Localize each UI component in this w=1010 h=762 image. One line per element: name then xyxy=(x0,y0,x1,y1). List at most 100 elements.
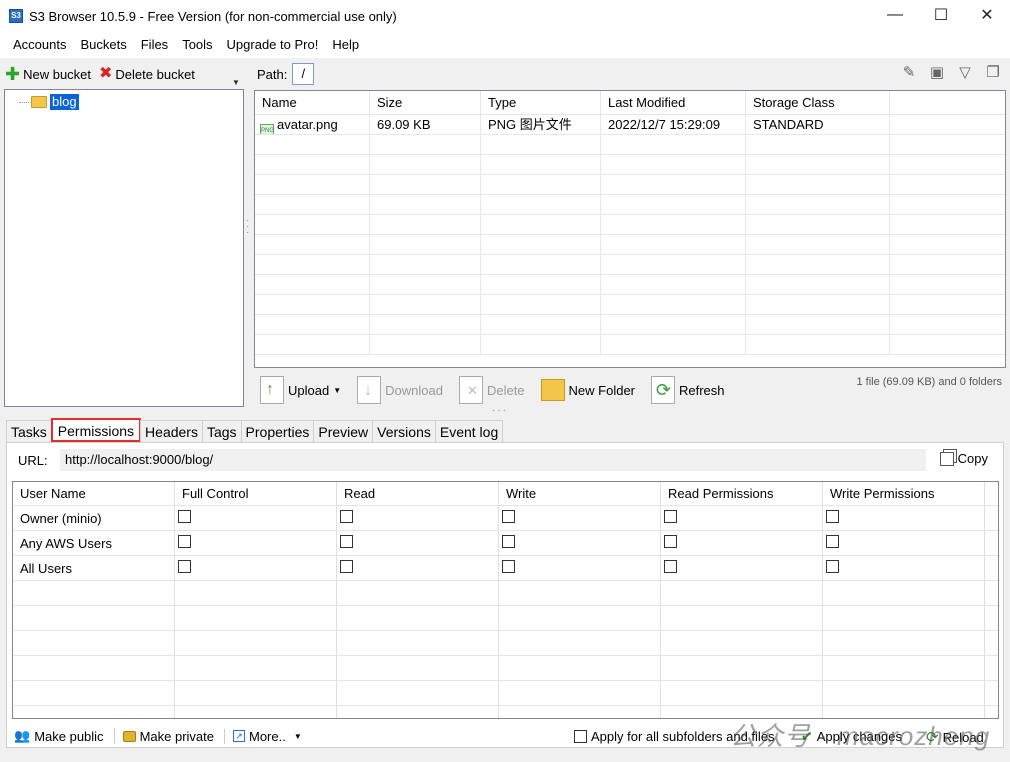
empty-cell xyxy=(255,215,370,234)
empty-cell xyxy=(481,275,601,294)
menu-upgrade[interactable]: Upgrade to Pro! xyxy=(220,32,326,58)
col-size[interactable]: Size xyxy=(370,91,481,114)
permission-checkbox[interactable] xyxy=(664,510,677,523)
view-icon[interactable]: ▣ xyxy=(928,64,946,82)
empty-cell xyxy=(255,275,370,294)
col-write-permissions: Write Permissions xyxy=(823,482,985,505)
permission-row[interactable]: Owner (minio) xyxy=(13,506,998,531)
empty-cell xyxy=(337,581,499,605)
tab-tags[interactable]: Tags xyxy=(201,420,242,442)
col-name[interactable]: Name xyxy=(255,91,370,114)
new-folder-label: New Folder xyxy=(568,382,635,398)
tab-headers[interactable]: Headers xyxy=(140,420,203,442)
tab-permissions[interactable]: Permissions xyxy=(50,418,142,442)
empty-cell xyxy=(481,175,601,194)
tab-versions[interactable]: Versions xyxy=(372,420,436,442)
permission-checkbox[interactable] xyxy=(340,510,353,523)
col-type[interactable]: Type xyxy=(481,91,601,114)
empty-cell xyxy=(746,195,890,214)
permission-checkbox[interactable] xyxy=(664,535,677,548)
more-button[interactable]: ↗ More.. ▼ xyxy=(232,729,312,744)
minimize-button[interactable]: — xyxy=(872,0,918,30)
permission-cell xyxy=(175,506,337,530)
permission-row[interactable]: All Users xyxy=(13,556,998,581)
copy-view-icon[interactable]: ❐ xyxy=(984,64,1002,82)
pencil-icon[interactable]: ✎ xyxy=(900,64,918,82)
permission-checkbox[interactable] xyxy=(664,560,677,573)
delete-x-icon: ✖ xyxy=(99,65,113,82)
permission-checkbox[interactable] xyxy=(826,535,839,548)
maximize-button[interactable]: ☐ xyxy=(918,0,964,30)
permission-checkbox[interactable] xyxy=(826,510,839,523)
refresh-label: Refresh xyxy=(679,382,725,398)
menu-help[interactable]: Help xyxy=(325,32,366,58)
file-row[interactable]: PNG avatar.png 69.09 KB PNG 图片文件 2022/12/… xyxy=(255,115,1005,135)
tab-properties[interactable]: Properties xyxy=(240,420,315,442)
close-button[interactable]: ✕ xyxy=(964,0,1010,30)
copy-url-button[interactable]: Copy xyxy=(939,451,988,466)
menu-files[interactable]: Files xyxy=(134,32,175,58)
empty-permission-row xyxy=(13,656,998,681)
permission-checkbox[interactable] xyxy=(178,535,191,548)
tree-item-blog[interactable]: blog xyxy=(19,94,79,110)
permission-checkbox[interactable] xyxy=(502,535,515,548)
toolbar-overflow-icon[interactable]: ▼ xyxy=(232,78,240,87)
make-private-button[interactable]: Make private xyxy=(122,728,225,744)
col-last-modified[interactable]: Last Modified xyxy=(601,91,746,114)
filter-icon[interactable]: ▽ xyxy=(956,64,974,82)
permission-checkbox[interactable] xyxy=(340,560,353,573)
permission-checkbox[interactable] xyxy=(502,560,515,573)
permission-cell xyxy=(499,531,661,555)
refresh-button[interactable]: Refresh xyxy=(651,376,725,404)
tab-event-log[interactable]: Event log xyxy=(434,420,504,442)
download-button[interactable]: Download xyxy=(357,376,443,404)
permission-checkbox[interactable] xyxy=(502,510,515,523)
empty-cell xyxy=(255,295,370,314)
empty-cell xyxy=(370,195,481,214)
menu-bar: Accounts Buckets Files Tools Upgrade to … xyxy=(0,32,1010,58)
menu-tools[interactable]: Tools xyxy=(175,32,219,58)
upload-button[interactable]: Upload ▼ xyxy=(260,376,341,404)
delete-bucket-button[interactable]: ✖ Delete bucket xyxy=(99,65,195,82)
empty-cell xyxy=(175,656,337,680)
permission-checkbox[interactable] xyxy=(340,535,353,548)
empty-cell xyxy=(601,175,746,194)
permissions-grid: User Name Full Control Read Write Read P… xyxy=(12,481,999,719)
empty-cell xyxy=(746,295,890,314)
permission-checkbox[interactable] xyxy=(178,510,191,523)
new-bucket-button[interactable]: ✚ New bucket xyxy=(5,65,91,83)
menu-accounts[interactable]: Accounts xyxy=(6,32,73,58)
users-icon: 👥 xyxy=(14,728,31,743)
permission-row[interactable]: Any AWS Users xyxy=(13,531,998,556)
empty-cell xyxy=(823,656,985,680)
empty-cell xyxy=(601,315,746,334)
empty-cell xyxy=(370,155,481,174)
col-storage-class[interactable]: Storage Class xyxy=(746,91,890,114)
permission-user: All Users xyxy=(13,556,175,580)
tab-preview[interactable]: Preview xyxy=(313,420,374,442)
tree-connector xyxy=(19,101,29,103)
empty-cell xyxy=(746,155,890,174)
chevron-down-icon[interactable]: ▼ xyxy=(333,386,341,395)
watermark: 公众号 · macrozheng xyxy=(730,721,991,751)
empty-cell xyxy=(661,606,823,630)
empty-cell xyxy=(13,581,175,605)
menu-buckets[interactable]: Buckets xyxy=(73,32,133,58)
make-public-button[interactable]: 👥 Make public xyxy=(14,728,115,744)
empty-cell xyxy=(175,681,337,705)
permission-checkbox[interactable] xyxy=(826,560,839,573)
new-folder-button[interactable]: New Folder xyxy=(540,379,635,401)
vertical-splitter-handle[interactable]: · · · xyxy=(246,216,252,238)
horizontal-splitter-handle[interactable]: ··· xyxy=(492,405,508,416)
file-name: avatar.png xyxy=(277,117,338,132)
tab-tasks[interactable]: Tasks xyxy=(6,420,52,442)
empty-cell xyxy=(481,215,601,234)
path-input[interactable]: / xyxy=(292,63,315,85)
empty-cell xyxy=(255,155,370,174)
tree-item-label: blog xyxy=(50,94,79,110)
url-field[interactable]: http://localhost:9000/blog/ xyxy=(60,449,926,471)
permission-checkbox[interactable] xyxy=(178,560,191,573)
delete-button[interactable]: Delete xyxy=(458,376,525,404)
apply-all-box[interactable] xyxy=(574,730,587,743)
empty-cell xyxy=(337,681,499,705)
